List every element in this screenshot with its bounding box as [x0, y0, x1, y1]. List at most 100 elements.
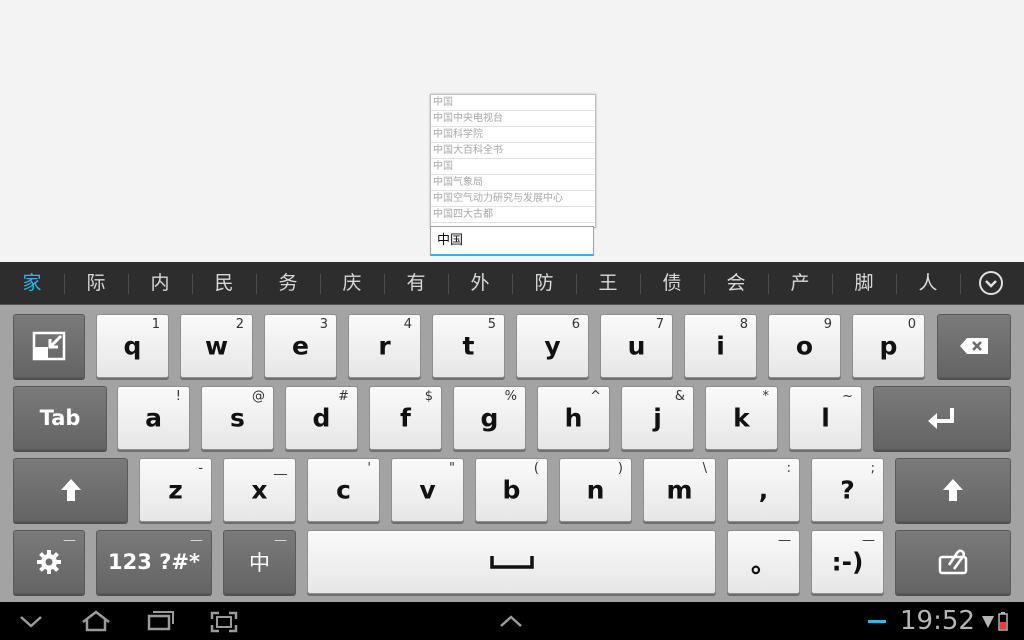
space-icon — [489, 556, 534, 569]
key-hint: ^ — [590, 389, 601, 404]
key-i[interactable]: 8i — [684, 314, 757, 378]
home-icon[interactable] — [80, 602, 112, 640]
candidate-item[interactable]: 人 — [896, 262, 960, 304]
key-d[interactable]: # d — [285, 386, 358, 450]
back-icon[interactable] — [18, 602, 44, 640]
notifications-chevron-icon[interactable] — [498, 602, 524, 640]
key-comma[interactable]: :, — [727, 458, 800, 522]
key-hint: ! — [175, 389, 181, 404]
key-p[interactable]: 0p — [852, 314, 925, 378]
key-q[interactable]: 1q — [96, 314, 169, 378]
key-g[interactable]: % g — [453, 386, 526, 450]
suggestion-item[interactable]: 中国大百科全书 — [431, 143, 595, 159]
key-u[interactable]: 7u — [600, 314, 673, 378]
key-a[interactable]: ! a — [117, 386, 190, 450]
suggestion-item[interactable]: 中国 — [431, 95, 595, 111]
candidate-item[interactable]: 际 — [64, 262, 128, 304]
candidate-item[interactable]: 王 — [576, 262, 640, 304]
key-e[interactable]: 3e — [264, 314, 337, 378]
suggestion-item[interactable]: 中国四大古都 — [431, 207, 595, 223]
key-label: m — [666, 475, 693, 505]
key-hint: ' — [367, 461, 371, 476]
key-v[interactable]: " v — [391, 458, 464, 522]
key-m[interactable]: \ m — [643, 458, 716, 522]
symbols-key[interactable]: — 123 ?#* — [96, 530, 212, 594]
settings-key[interactable]: — — [13, 530, 85, 594]
key-question[interactable]: ;? — [811, 458, 884, 522]
candidate-item[interactable]: 民 — [192, 262, 256, 304]
key-hint: # — [338, 389, 349, 404]
key-w[interactable]: 2w — [180, 314, 253, 378]
candidate-item[interactable]: 防 — [512, 262, 576, 304]
period-key[interactable]: — 。 — [727, 530, 800, 594]
clipboard-key[interactable] — [895, 530, 1011, 594]
candidate-item[interactable]: 有 — [384, 262, 448, 304]
search-input[interactable]: 中国 — [430, 226, 594, 256]
key-label: e — [292, 331, 309, 361]
key-y[interactable]: 6y — [516, 314, 589, 378]
suggestion-item[interactable]: 中国空气动力研究与发展中心 — [431, 191, 595, 207]
ime-indicator — [868, 620, 886, 623]
candidate-item[interactable]: 外 — [448, 262, 512, 304]
hide-keyboard-key[interactable] — [13, 314, 85, 378]
key-label: s — [230, 403, 245, 433]
key-j[interactable]: & j — [621, 386, 694, 450]
enter-key[interactable] — [873, 386, 1011, 450]
key-hint: ; — [870, 461, 875, 476]
smiley-key[interactable]: — :-) — [811, 530, 884, 594]
candidate-item[interactable]: 务 — [256, 262, 320, 304]
key-label: z — [168, 475, 183, 505]
key-hint: & — [674, 389, 685, 404]
language-key[interactable]: — 中 — [223, 530, 296, 594]
key-f[interactable]: $ f — [369, 386, 442, 450]
candidate-item[interactable]: 家 — [0, 262, 64, 304]
key-o[interactable]: 9o — [768, 314, 841, 378]
key-l[interactable]: ~ l — [789, 386, 862, 450]
key-hint: 5 — [487, 317, 496, 332]
suggestion-item[interactable]: 中国科学院 — [431, 127, 595, 143]
space-key[interactable] — [307, 530, 716, 594]
key-label: v — [419, 475, 436, 505]
candidate-item[interactable]: 内 — [128, 262, 192, 304]
key-label: ? — [840, 475, 855, 505]
candidate-item[interactable]: 庆 — [320, 262, 384, 304]
candidate-item[interactable]: 产 — [768, 262, 832, 304]
key-hint: — — [862, 533, 875, 548]
key-hint: $ — [424, 389, 433, 404]
candidate-item[interactable]: 债 — [640, 262, 704, 304]
suggestion-item[interactable]: 中国 — [431, 159, 595, 175]
key-hint: 4 — [403, 317, 412, 332]
key-hint: ~ — [842, 389, 853, 404]
key-s[interactable]: @ s — [201, 386, 274, 450]
key-r[interactable]: 4r — [348, 314, 421, 378]
hide-keyboard-icon — [32, 331, 66, 361]
backspace-key[interactable] — [937, 314, 1011, 378]
key-t[interactable]: 5t — [432, 314, 505, 378]
tab-key[interactable]: Tab — [13, 386, 107, 450]
key-hint: 1 — [151, 317, 160, 332]
key-n[interactable]: ) n — [559, 458, 632, 522]
candidate-item[interactable]: 脚 — [832, 262, 896, 304]
screenshot-icon[interactable] — [209, 602, 239, 640]
key-h[interactable]: ^ h — [537, 386, 610, 450]
suggestion-item[interactable]: 中国中央电视台 — [431, 111, 595, 127]
key-b[interactable]: (b — [475, 458, 548, 522]
key-k[interactable]: * k — [705, 386, 778, 450]
collapse-candidates-icon[interactable] — [978, 270, 1004, 296]
recent-apps-icon[interactable] — [146, 602, 176, 640]
key-label: g — [480, 403, 499, 433]
key-hint: @ — [252, 389, 265, 404]
clipboard-icon — [938, 549, 968, 575]
key-x[interactable]: __ x — [223, 458, 296, 522]
key-label: c — [336, 475, 351, 505]
key-label: r — [378, 331, 391, 361]
shift-key-left[interactable] — [13, 458, 128, 522]
key-hint: - — [198, 461, 203, 476]
candidate-item[interactable]: 会 — [704, 262, 768, 304]
key-z[interactable]: -z — [139, 458, 212, 522]
suggestion-item[interactable]: 中国气象局 — [431, 175, 595, 191]
key-label: t — [462, 331, 475, 361]
candidate-bar: 家 际 内 民 务 庆 有 外 防 王 债 会 产 脚 人 — [0, 262, 1024, 305]
shift-key-right[interactable] — [895, 458, 1011, 522]
key-c[interactable]: ' c — [307, 458, 380, 522]
